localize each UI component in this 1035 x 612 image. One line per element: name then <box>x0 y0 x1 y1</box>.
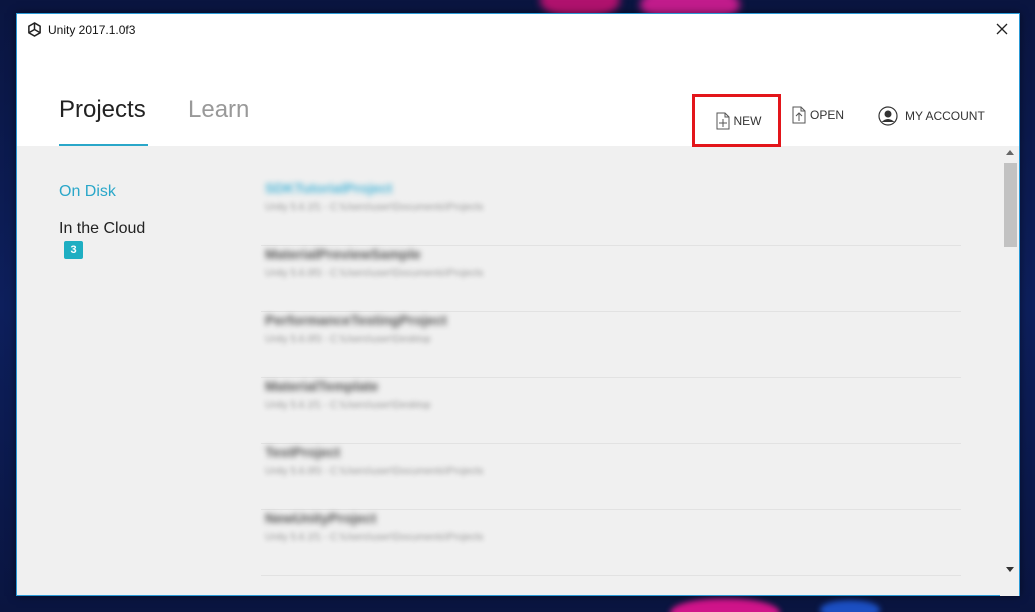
project-row[interactable]: TestProject Unity 5.6.0f3 - C:\Users\use… <box>261 444 961 510</box>
unity-hub-window: Unity 2017.1.0f3 Projects Learn NEW OPEN… <box>16 13 1020 596</box>
account-label: MY ACCOUNT <box>905 109 985 123</box>
tab-learn[interactable]: Learn <box>188 96 249 124</box>
project-row[interactable]: MaterialTemplate Unity 5.6.1f1 - C:\User… <box>261 378 961 444</box>
scroll-up-arrow-icon[interactable] <box>1006 150 1014 155</box>
project-path: Unity 5.6.0f3 - C:\Users\user\Documents\… <box>265 268 484 279</box>
project-path: Unity 5.6.0f3 - C:\Users\user\Documents\… <box>265 466 484 477</box>
project-name: SDKTutorialProject <box>265 180 393 196</box>
header: Projects Learn NEW OPEN MY ACCOUNT <box>17 46 1019 147</box>
project-row[interactable]: NewUnityProject Unity 5.6.1f1 - C:\Users… <box>261 510 961 576</box>
project-name: MaterialPreviewSample <box>265 246 421 262</box>
project-name: MaterialTemplate <box>265 378 379 394</box>
close-icon <box>996 23 1008 35</box>
wallpaper-shape <box>820 600 880 612</box>
project-path: Unity 5.6.1f1 - C:\Users\user\Desktop <box>265 400 431 411</box>
project-path: Unity 5.6.1f1 - C:\Users\user\Documents\… <box>265 532 484 543</box>
project-list: SDKTutorialProject Unity 5.6.1f1 - C:\Us… <box>261 146 961 596</box>
project-path: Unity 5.6.1f1 - C:\Users\user\Documents\… <box>265 202 484 213</box>
project-path: Unity 5.6.0f3 - C:\Users\user\Desktop <box>265 334 431 345</box>
scrollbar-thumb[interactable] <box>1004 163 1017 247</box>
unity-logo-icon <box>28 22 41 37</box>
cloud-count-badge: 3 <box>64 241 83 259</box>
wallpaper-shape <box>670 598 780 612</box>
new-project-button[interactable]: NEW <box>692 94 781 147</box>
project-name: NewUnityProject <box>265 510 377 526</box>
open-label: OPEN <box>810 108 845 122</box>
project-row[interactable]: PerformanceTestingProject Unity 5.6.0f3 … <box>261 312 961 378</box>
open-project-button[interactable]: OPEN <box>792 97 844 133</box>
tab-projects[interactable]: Projects <box>59 96 146 124</box>
project-row[interactable]: SDKTutorialProject Unity 5.6.1f1 - C:\Us… <box>261 180 961 246</box>
vertical-scrollbar[interactable] <box>1000 146 1019 596</box>
project-name: PerformanceTestingProject <box>265 312 447 328</box>
new-file-icon <box>716 112 729 129</box>
scroll-down-arrow-icon[interactable] <box>1006 567 1014 572</box>
sidebar-item-in-the-cloud[interactable]: In the Cloud <box>59 220 145 238</box>
sidebar: On Disk In the Cloud 3 <box>17 146 237 596</box>
new-label: NEW <box>733 113 762 128</box>
open-file-icon <box>792 106 806 124</box>
window-title: Unity 2017.1.0f3 <box>48 23 136 37</box>
title-bar[interactable]: Unity 2017.1.0f3 <box>17 14 1019 46</box>
project-row[interactable]: MaterialPreviewSample Unity 5.6.0f3 - C:… <box>261 246 961 312</box>
close-button[interactable] <box>985 14 1019 44</box>
project-name: TestProject <box>265 444 341 460</box>
account-avatar-icon <box>878 106 898 126</box>
sidebar-item-on-disk[interactable]: On Disk <box>59 183 116 201</box>
my-account-button[interactable]: MY ACCOUNT <box>878 98 985 134</box>
